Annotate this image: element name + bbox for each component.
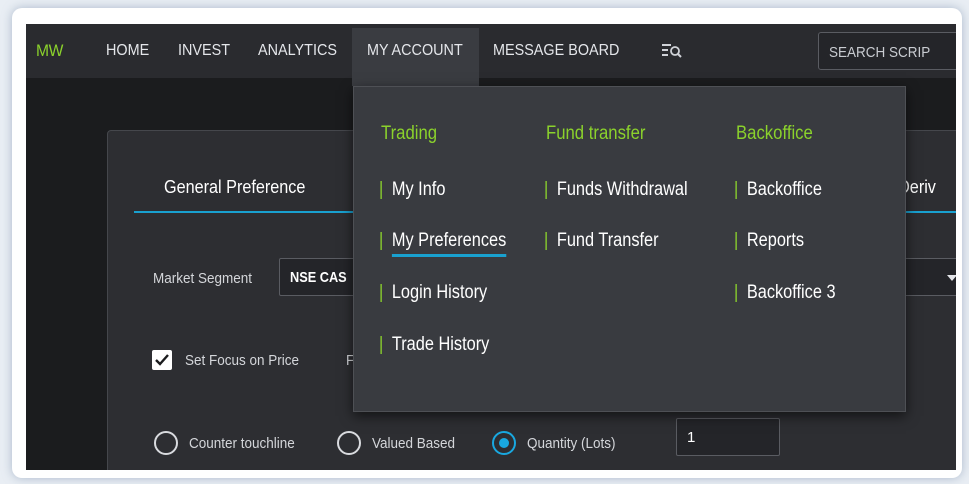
window-frame: MW HOME INVEST ANALYTICS MY ACCOUNT MESS… [12,8,962,478]
nav-item-invest[interactable]: INVEST [178,42,230,60]
menu-item-fund-transfer[interactable]: | Fund Transfer [544,230,659,252]
my-account-dropdown: Trading Fund transfer Backoffice | My Inf… [353,86,906,412]
set-focus-label: Set Focus on Price [185,352,300,369]
nav-item-my-account[interactable]: MY ACCOUNT [367,42,463,60]
menu-item-trade-history[interactable]: | Trade History [379,334,489,356]
menu-item-reports[interactable]: | Reports [734,230,804,252]
radio-quantity-lots[interactable] [492,431,516,455]
list-search-icon[interactable] [662,43,682,59]
menu-item-my-info[interactable]: | My Info [379,179,445,201]
tab-general-preference[interactable]: General Preference [164,177,305,198]
radio-counter-touchline[interactable] [154,431,178,455]
market-segment-value: NSE CAS [290,269,347,286]
menu-item-backoffice-3[interactable]: | Backoffice 3 [734,282,836,304]
search-placeholder: SEARCH SCRIP [829,44,931,61]
dropdown-heading-backoffice: Backoffice [736,123,813,144]
quantity-value: 1 [687,429,696,446]
menu-item-funds-withdrawal[interactable]: | Funds Withdrawal [544,179,688,201]
caret-down-icon[interactable] [947,275,956,281]
radio-label-counter-touchline: Counter touchline [189,435,295,452]
market-segment-label: Market Segment [153,270,253,287]
dropdown-heading-fund-transfer: Fund transfer [546,123,646,144]
set-focus-checkbox[interactable] [152,350,172,370]
checkmark-icon [155,354,169,366]
menu-item-backoffice[interactable]: | Backoffice [734,179,822,201]
radio-valued-based[interactable] [337,431,361,455]
nav-item-home[interactable]: HOME [106,42,149,60]
radio-label-quantity-lots: Quantity (Lots) [527,435,616,452]
nav-logo[interactable]: MW [36,41,63,61]
nav-item-message-board[interactable]: MESSAGE BOARD [493,42,619,60]
menu-item-my-preferences[interactable]: | My Preferences [379,230,507,257]
top-nav: MW HOME INVEST ANALYTICS MY ACCOUNT MESS… [26,24,956,86]
dropdown-heading-trading: Trading [381,123,438,144]
nav-item-analytics[interactable]: ANALYTICS [258,42,337,60]
menu-item-login-history[interactable]: | Login History [379,282,487,304]
radio-label-valued-based: Valued Based [372,435,456,452]
app-screen: MW HOME INVEST ANALYTICS MY ACCOUNT MESS… [26,24,956,470]
quantity-input[interactable]: 1 [676,418,780,456]
search-input[interactable]: SEARCH SCRIP [818,32,956,70]
